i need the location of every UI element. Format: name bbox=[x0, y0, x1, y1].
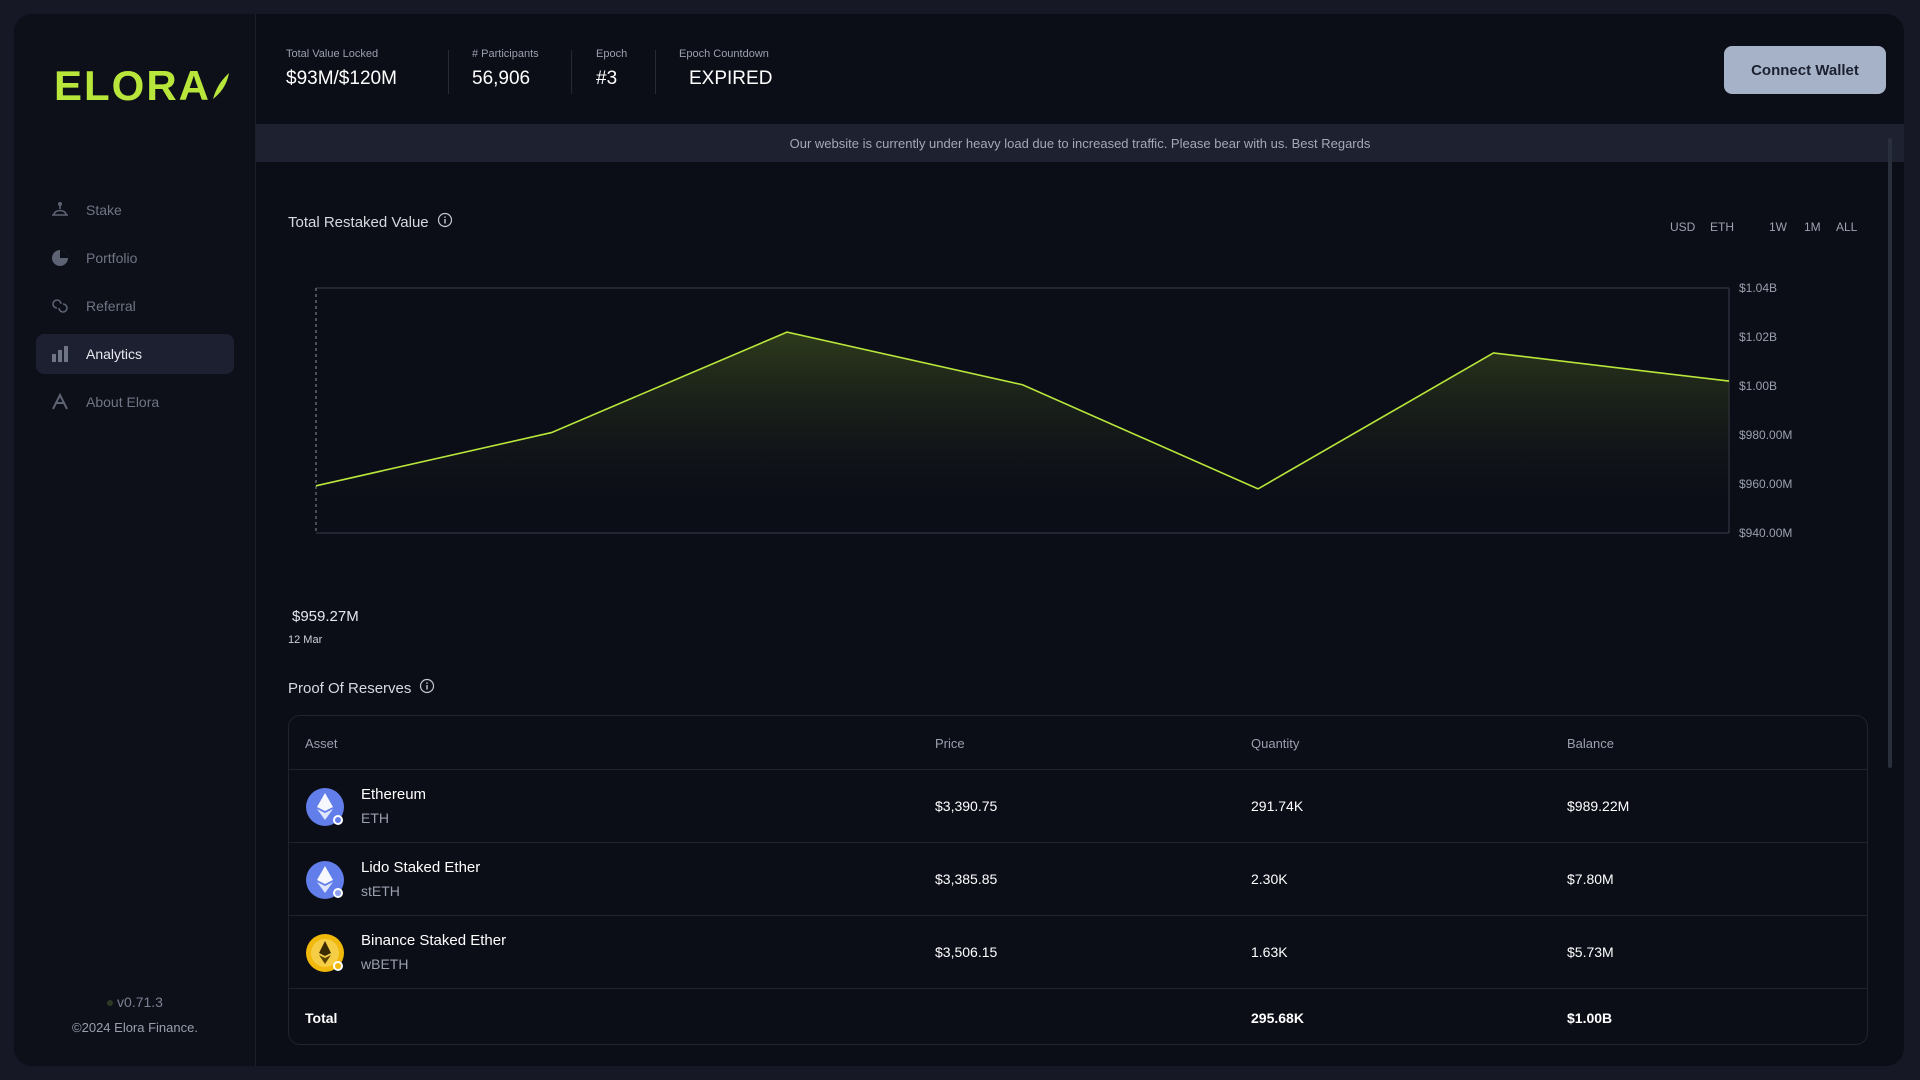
reserves-title: Proof Of Reserves bbox=[288, 679, 412, 697]
sidebar: ELORA Stake Portfolio Referral Analytics… bbox=[14, 14, 256, 1066]
sidebar-item-label: Referral bbox=[86, 298, 136, 314]
sidebar-item-label: Stake bbox=[86, 202, 122, 218]
stat-label: # Participants bbox=[472, 48, 539, 60]
chart-hover-date: 12 Mar bbox=[288, 634, 323, 646]
sidebar-item-referral[interactable]: Referral bbox=[36, 286, 234, 326]
reserves-table: Asset Price Quantity Balance Ethereum ET… bbox=[288, 715, 1868, 1045]
toggle-1w[interactable]: 1W bbox=[1769, 220, 1787, 234]
column-header-price: Price bbox=[935, 736, 965, 751]
column-header-balance: Balance bbox=[1567, 736, 1614, 751]
series-area bbox=[316, 332, 1729, 533]
table-row: Ethereum ETH $3,390.75 291.74K $989.22M bbox=[289, 770, 1867, 843]
asset-name: Ethereum bbox=[361, 786, 427, 803]
stake-icon bbox=[50, 200, 70, 220]
sidebar-item-portfolio[interactable]: Portfolio bbox=[36, 238, 234, 278]
restaked-value-chart[interactable]: $1.04B $1.02B $1.00B $980.00M $960.00M $940.0… bbox=[256, 254, 1836, 554]
stat-value: 56,906 bbox=[472, 68, 531, 89]
sidebar-item-stake[interactable]: Stake bbox=[36, 190, 234, 230]
stat-epoch-countdown: Epoch Countdown EXPIRED bbox=[679, 48, 772, 90]
table-row: Lido Staked Ether stETH $3,385.85 2.30K … bbox=[289, 843, 1867, 916]
toggle-all[interactable]: ALL bbox=[1836, 220, 1857, 234]
chart-title: Total Restaked Value bbox=[288, 213, 429, 231]
sidebar-item-analytics[interactable]: Analytics bbox=[36, 334, 234, 374]
y-tick-label: $980.00M bbox=[1739, 428, 1792, 442]
y-tick-label: $1.02B bbox=[1739, 330, 1777, 344]
stat-tvl: Total Value Locked $93M/$120M bbox=[286, 48, 397, 90]
divider bbox=[571, 50, 572, 94]
table-total-row: Total 295.68K $1.00B bbox=[289, 989, 1867, 1044]
asset-symbol: wBETH bbox=[361, 956, 409, 972]
asset-name: Binance Staked Ether bbox=[361, 932, 507, 949]
stat-label: Total Value Locked bbox=[286, 48, 379, 60]
ethereum-icon bbox=[305, 787, 345, 827]
steth-icon bbox=[305, 860, 345, 900]
app-window: ELORA Stake Portfolio Referral Analytics… bbox=[14, 14, 1904, 1066]
logo-leaf-icon bbox=[213, 73, 229, 99]
connect-wallet-button[interactable]: Connect Wallet bbox=[1724, 46, 1886, 94]
toggle-usd[interactable]: USD bbox=[1670, 220, 1695, 234]
stat-value: #3 bbox=[596, 68, 618, 89]
total-quantity: 295.68K bbox=[1251, 1010, 1304, 1026]
total-label: Total bbox=[305, 1010, 338, 1026]
column-header-quantity: Quantity bbox=[1251, 736, 1300, 751]
wbeth-icon bbox=[305, 933, 345, 973]
version-text: v0.71.3 bbox=[117, 994, 163, 1010]
page-scrollbar[interactable] bbox=[1888, 138, 1892, 768]
logo-text: ELORA bbox=[54, 62, 211, 109]
sidebar-item-label: Analytics bbox=[86, 346, 143, 362]
asset-price: $3,390.75 bbox=[935, 798, 998, 814]
asset-balance: $989.22M bbox=[1567, 798, 1630, 814]
divider bbox=[448, 50, 449, 94]
sidebar-item-about[interactable]: About Elora bbox=[36, 382, 234, 422]
stat-epoch: Epoch #3 bbox=[596, 48, 627, 90]
stat-value: $93M/$120M bbox=[286, 68, 397, 89]
table-row: Binance Staked Ether wBETH $3,506.15 1.6… bbox=[289, 916, 1867, 989]
asset-price: $3,385.85 bbox=[935, 871, 998, 887]
load-warning-banner: Our website is currently under heavy loa… bbox=[256, 124, 1904, 162]
table-header: Asset Price Quantity Balance bbox=[289, 716, 1867, 770]
info-icon[interactable] bbox=[437, 212, 453, 232]
top-header: Total Value Locked $93M/$120M # Particip… bbox=[256, 14, 1904, 124]
status-dot bbox=[107, 1000, 114, 1007]
asset-price: $3,506.15 bbox=[935, 944, 998, 960]
sidebar-nav: Stake Portfolio Referral Analytics About… bbox=[36, 190, 234, 430]
chart-svg: $1.04B $1.02B $1.00B $980.00M $960.00M $940.0… bbox=[315, 281, 1792, 540]
toggle-eth[interactable]: ETH bbox=[1710, 220, 1734, 234]
stat-label: Epoch Countdown bbox=[679, 48, 769, 60]
portfolio-icon bbox=[50, 248, 70, 268]
stat-participants: # Participants 56,906 bbox=[472, 48, 539, 90]
y-tick-label: $1.00B bbox=[1739, 379, 1777, 393]
asset-quantity: 291.74K bbox=[1251, 798, 1304, 814]
y-tick-label: $940.00M bbox=[1739, 526, 1792, 540]
reserves-section-title: Proof Of Reserves bbox=[288, 678, 435, 698]
y-tick-label: $960.00M bbox=[1739, 477, 1792, 491]
divider bbox=[655, 50, 656, 94]
about-icon bbox=[50, 392, 70, 412]
asset-symbol: stETH bbox=[361, 883, 400, 899]
column-header-asset: Asset bbox=[305, 736, 338, 751]
asset-balance: $5.73M bbox=[1567, 944, 1614, 960]
asset-name: Lido Staked Ether bbox=[361, 859, 481, 876]
stat-value: EXPIRED bbox=[689, 68, 773, 89]
asset-balance: $7.80M bbox=[1567, 871, 1614, 887]
y-tick-label: $1.04B bbox=[1739, 281, 1777, 295]
referral-icon bbox=[50, 296, 70, 316]
toggle-1m[interactable]: 1M bbox=[1804, 220, 1821, 234]
analytics-icon bbox=[50, 344, 70, 364]
asset-quantity: 1.63K bbox=[1251, 944, 1288, 960]
asset-symbol: ETH bbox=[361, 810, 389, 826]
total-balance: $1.00B bbox=[1567, 1010, 1613, 1026]
info-icon[interactable] bbox=[419, 678, 435, 698]
version-label: v0.71.3 bbox=[14, 994, 256, 1010]
asset-quantity: 2.30K bbox=[1251, 871, 1288, 887]
stat-label: Epoch bbox=[596, 48, 628, 60]
sidebar-item-label: Portfolio bbox=[86, 250, 138, 266]
chart-section-title: Total Restaked Value bbox=[288, 212, 453, 232]
copyright: ©2024 Elora Finance. bbox=[72, 1020, 198, 1035]
elora-logo[interactable]: ELORA bbox=[54, 62, 231, 110]
sidebar-item-label: About Elora bbox=[86, 394, 160, 410]
chart-hover-value: $959.27M bbox=[292, 608, 359, 625]
